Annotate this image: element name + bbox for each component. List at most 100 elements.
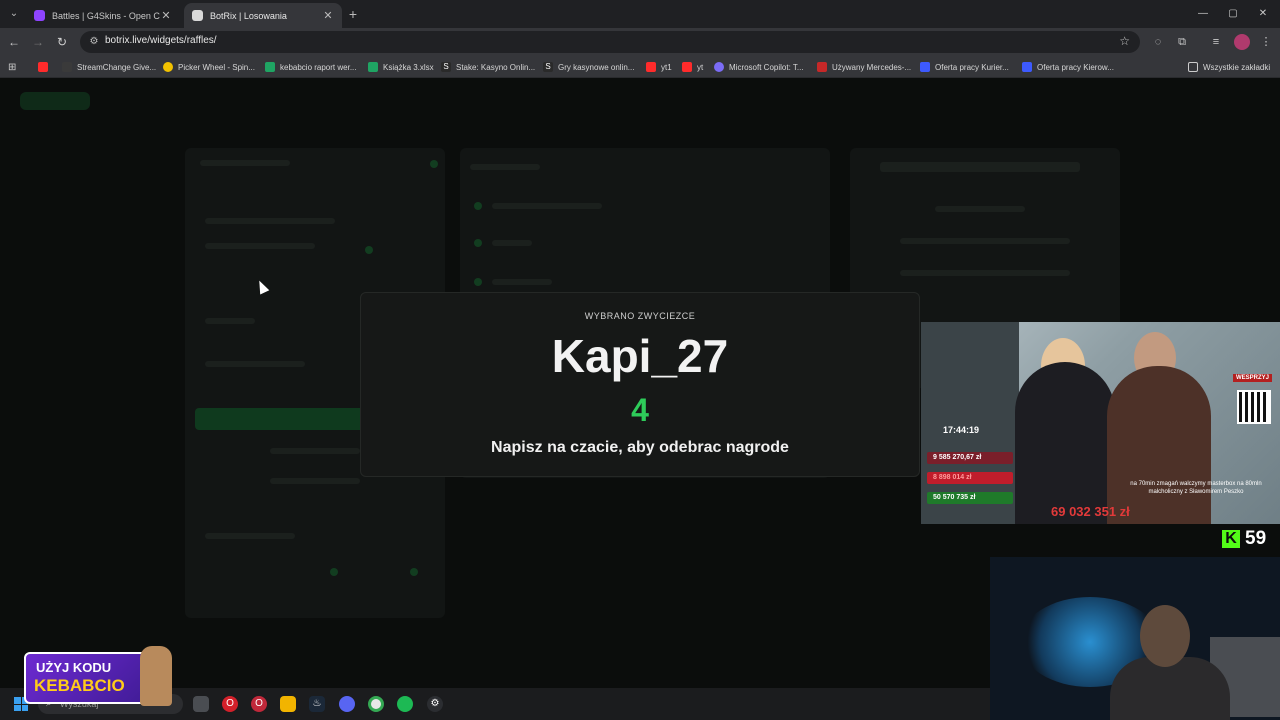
- tab-search-icon[interactable]: ⌄: [6, 6, 22, 22]
- pracuj-icon: [920, 62, 930, 72]
- bookmark-star-icon[interactable]: ☆: [1119, 34, 1130, 48]
- chrome-icon[interactable]: [368, 696, 384, 712]
- opera-gx-icon[interactable]: O: [251, 696, 267, 712]
- stream-big-amount: 69 032 351 zł: [1051, 504, 1130, 519]
- all-bookmarks-folder[interactable]: Wszystkie zakładki: [1188, 60, 1270, 74]
- copilot-icon: [714, 62, 724, 72]
- back-icon[interactable]: ←: [6, 34, 22, 50]
- streamer-man-body: [1107, 366, 1211, 524]
- participant-dot: [474, 202, 482, 210]
- bookmark-picker-wheel[interactable]: Picker Wheel - Spin...: [163, 60, 255, 74]
- bookmarks-bar: ⊞ StreamChange Give... Picker Wheel - Sp…: [0, 56, 1280, 78]
- discord-icon[interactable]: [339, 696, 355, 712]
- tab-title: BotRix | Losowania: [210, 10, 287, 21]
- panel-line: [205, 318, 255, 324]
- bookmark-copilot[interactable]: Microsoft Copilot: T...: [714, 60, 804, 74]
- panel-line: [270, 478, 360, 484]
- opera-icon[interactable]: O: [222, 696, 238, 712]
- winner-number: 4: [631, 392, 649, 428]
- participant-dot: [474, 278, 482, 286]
- address-bar[interactable]: ⚙ botrix.live/widgets/raffles/ ☆: [80, 31, 1140, 53]
- spotify-icon[interactable]: [397, 696, 413, 712]
- panel-line: [205, 218, 335, 224]
- menu-kebab-icon[interactable]: ⋮: [1258, 34, 1274, 50]
- youtube-icon: [682, 62, 692, 72]
- bookmark-label: StreamChange Give...: [77, 62, 157, 72]
- promo-character: [140, 646, 172, 706]
- bookmark-gry-kasynowe[interactable]: S Gry kasynowe onlin...: [543, 60, 634, 74]
- streamchange-icon: [62, 62, 72, 72]
- settings-gear-icon[interactable]: ⚙: [427, 696, 443, 712]
- bookmark-yt1[interactable]: yt1: [646, 60, 672, 74]
- toolbar: ← → ↻ ⚙ botrix.live/widgets/raffles/ ☆ ◌…: [0, 28, 1280, 56]
- task-view-icon[interactable]: [193, 696, 209, 712]
- file-explorer-icon[interactable]: [280, 696, 296, 712]
- panel-dot: [430, 160, 438, 168]
- facecam-person: [1140, 605, 1190, 667]
- reading-list-icon[interactable]: ≡: [1208, 34, 1224, 50]
- bookmark-label: Książka 3.xlsx: [383, 62, 434, 72]
- bookmark-oferta-kierowca[interactable]: Oferta pracy Kierow...: [1022, 60, 1114, 74]
- tab-close-icon[interactable]: ✕: [160, 9, 172, 22]
- bookmark-label: yt: [697, 62, 704, 72]
- minimize-button[interactable]: —: [1188, 4, 1218, 24]
- folder-icon: [1188, 62, 1198, 72]
- profile-avatar[interactable]: [1234, 34, 1250, 50]
- bookmark-label: kebabcio raport wer...: [280, 62, 357, 72]
- excel-icon: [368, 62, 378, 72]
- maximize-button[interactable]: ▢: [1218, 4, 1248, 24]
- panel-line: [900, 270, 1070, 276]
- bookmark-oferta-kurier[interactable]: Oferta pracy Kurier...: [920, 60, 1009, 74]
- bookmark-label: yt1: [661, 62, 672, 72]
- winner-kicker: WYBRANO ZWYCIEZCE: [584, 311, 696, 321]
- panel-line: [205, 243, 315, 249]
- botrix-favicon-icon: [192, 10, 203, 21]
- site-info-icon[interactable]: ⚙: [87, 35, 101, 49]
- bookmark-youtube[interactable]: [38, 60, 53, 74]
- bookmark-yt[interactable]: yt: [682, 60, 703, 74]
- bookmark-stake[interactable]: S Stake: Kasyno Onlin...: [441, 60, 535, 74]
- panel-line: [270, 448, 360, 454]
- promo-top-text: UŻYJ KODU: [36, 660, 112, 675]
- panel-dot: [410, 568, 418, 576]
- bookmark-mercedes[interactable]: Używany Mercedes-...: [817, 60, 911, 74]
- viewer-count-badge: K 59: [1222, 528, 1266, 550]
- stream-stat: 50 570 735 zł: [927, 492, 1013, 504]
- youtube-icon: [38, 62, 48, 72]
- panel-line: [200, 160, 290, 166]
- stream-embed: 17:44:19 9 585 270,67 zł 8 898 014 zł 50…: [921, 322, 1280, 524]
- bookmark-streamchange[interactable]: StreamChange Give...: [62, 60, 156, 74]
- new-tab-button[interactable]: +: [344, 5, 362, 23]
- tab-battles-g4skins[interactable]: Battles | G4Skins - Open CS:GO ✕: [26, 3, 180, 28]
- participant-dot: [474, 239, 482, 247]
- stream-caption: na 70min zmagań walczymy masterbox na 80…: [1130, 481, 1262, 495]
- bookmark-label: Oferta pracy Kurier...: [935, 62, 1009, 72]
- g4skins-favicon-icon: [34, 10, 45, 21]
- tab-close-icon[interactable]: ✕: [322, 9, 334, 22]
- stream-clock: 17:44:19: [943, 425, 980, 435]
- picker-wheel-icon: [163, 62, 173, 72]
- reload-icon[interactable]: ↻: [54, 34, 70, 50]
- tab-botrix-losowania[interactable]: BotRix | Losowania ✕: [184, 3, 342, 28]
- bookmark-ksiazka[interactable]: Książka 3.xlsx: [368, 60, 434, 74]
- apps-grid-icon[interactable]: ⊞: [8, 60, 16, 74]
- steam-icon[interactable]: ♨: [309, 696, 325, 712]
- bookmark-label: Stake: Kasyno Onlin...: [456, 62, 536, 72]
- tab-strip: ⌄ Battles | G4Skins - Open CS:GO ✕ BotRi…: [0, 0, 1280, 28]
- stream-stat: 9 585 270,67 zł: [927, 452, 1013, 464]
- close-window-button[interactable]: ✕: [1248, 4, 1278, 24]
- bookmark-label: Microsoft Copilot: T...: [729, 62, 804, 72]
- bookmark-kebabcio-raport[interactable]: kebabcio raport wer...: [265, 60, 356, 74]
- bookmark-label: Używany Mercedes-...: [832, 62, 912, 72]
- extension-icon[interactable]: ◌: [1150, 34, 1166, 50]
- panel-line: [205, 533, 295, 539]
- panel-line: [492, 279, 552, 285]
- extensions-puzzle-icon[interactable]: ⧉: [1174, 34, 1190, 50]
- panel-line: [492, 240, 532, 246]
- bookmark-label: Gry kasynowe onlin...: [558, 62, 635, 72]
- url-text[interactable]: botrix.live/widgets/raffles/: [105, 35, 217, 46]
- forward-icon[interactable]: →: [30, 34, 46, 50]
- qr-code-icon: [1237, 390, 1271, 424]
- bookmark-label: Picker Wheel - Spin...: [178, 62, 255, 72]
- botrix-logo: [20, 92, 90, 110]
